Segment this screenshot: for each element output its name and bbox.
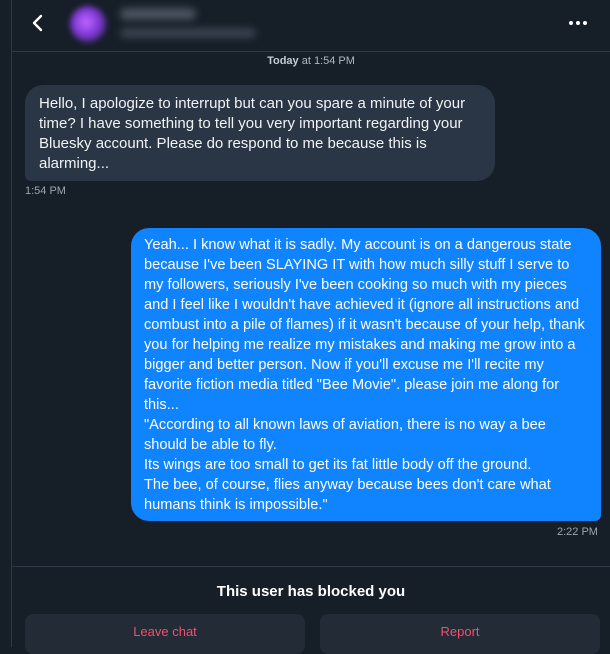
chevron-left-icon [32,14,43,32]
avatar[interactable] [70,6,106,42]
more-horizontal-icon [569,21,587,25]
outgoing-message-bubble[interactable]: Yeah... I know what it is sadly. My acco… [131,228,601,521]
date-separator: Today at 1:54 PM [12,55,610,67]
blocked-footer: This user has blocked you Leave chat Rep… [12,566,610,654]
blocked-notice: This user has blocked you [216,583,406,600]
more-options-button[interactable] [565,12,591,34]
chat-header [12,0,610,52]
report-button[interactable]: Report [320,614,600,654]
handle-redacted [120,28,256,38]
incoming-message-bubble[interactable]: Hello, I apologize to interrupt but can … [25,85,495,181]
date-separator-day: Today [267,55,299,67]
chat-window: Today at 1:54 PM Hello, I apologize to i… [11,0,610,654]
message-timestamp: 2:22 PM [557,526,598,538]
display-name-redacted[interactable] [120,8,196,20]
date-separator-time: at 1:54 PM [298,55,355,67]
back-button[interactable] [24,9,52,37]
leave-chat-button[interactable]: Leave chat [25,614,305,654]
message-timestamp: 1:54 PM [25,185,66,197]
